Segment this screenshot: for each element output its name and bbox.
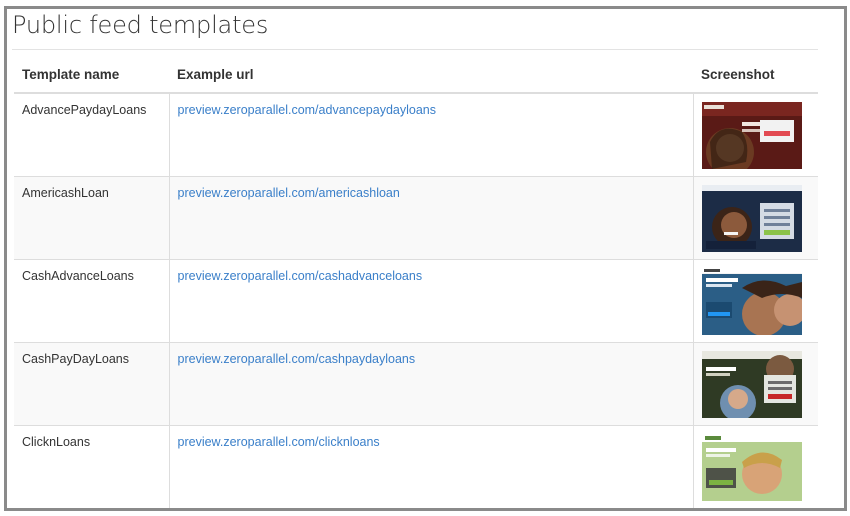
table-row: AdvancePaydayLoans preview.zeroparallel.… (14, 92, 818, 176)
example-url-link[interactable]: preview.zeroparallel.com/clicknloans (178, 435, 380, 449)
table-row: CashAdvanceLoans preview.zeroparallel.co… (14, 258, 818, 342)
example-url-link[interactable]: preview.zeroparallel.com/cashpaydayloans (178, 352, 416, 366)
screenshot-thumbnail[interactable] (701, 102, 802, 169)
screenshot-thumbnail[interactable] (701, 350, 802, 418)
screenshot-thumbnail[interactable] (701, 184, 802, 252)
template-name: AdvancePaydayLoans (14, 92, 169, 176)
template-name: AmericashLoan (14, 175, 169, 259)
screenshot-thumbnail[interactable] (701, 267, 802, 335)
table-row: AmericashLoan preview.zeroparallel.com/a… (14, 175, 818, 259)
example-url-link[interactable]: preview.zeroparallel.com/cashadvanceloan… (178, 269, 423, 283)
templates-table: Template name Example url Screenshot Adv… (14, 57, 818, 508)
table-row: CashPayDayLoans preview.zeroparallel.com… (14, 341, 818, 425)
page-title: Public feed templates (12, 11, 269, 39)
screenshot-thumbnail[interactable] (701, 433, 802, 501)
example-url-link[interactable]: preview.zeroparallel.com/americashloan (178, 186, 400, 200)
table-row: ClicknLoans preview.zeroparallel.com/cli… (14, 424, 818, 508)
table-header-row: Template name Example url Screenshot (14, 57, 818, 94)
title-divider (12, 49, 818, 50)
template-name: CashAdvanceLoans (14, 258, 169, 342)
content-panel: Public feed templates Template name Exam… (4, 6, 847, 511)
column-header-screenshot: Screenshot (693, 57, 818, 94)
template-name: CashPayDayLoans (14, 341, 169, 425)
template-name: ClicknLoans (14, 424, 169, 508)
column-header-example-url: Example url (169, 57, 693, 94)
column-header-template-name: Template name (14, 57, 169, 94)
example-url-link[interactable]: preview.zeroparallel.com/advancepaydaylo… (178, 103, 436, 117)
